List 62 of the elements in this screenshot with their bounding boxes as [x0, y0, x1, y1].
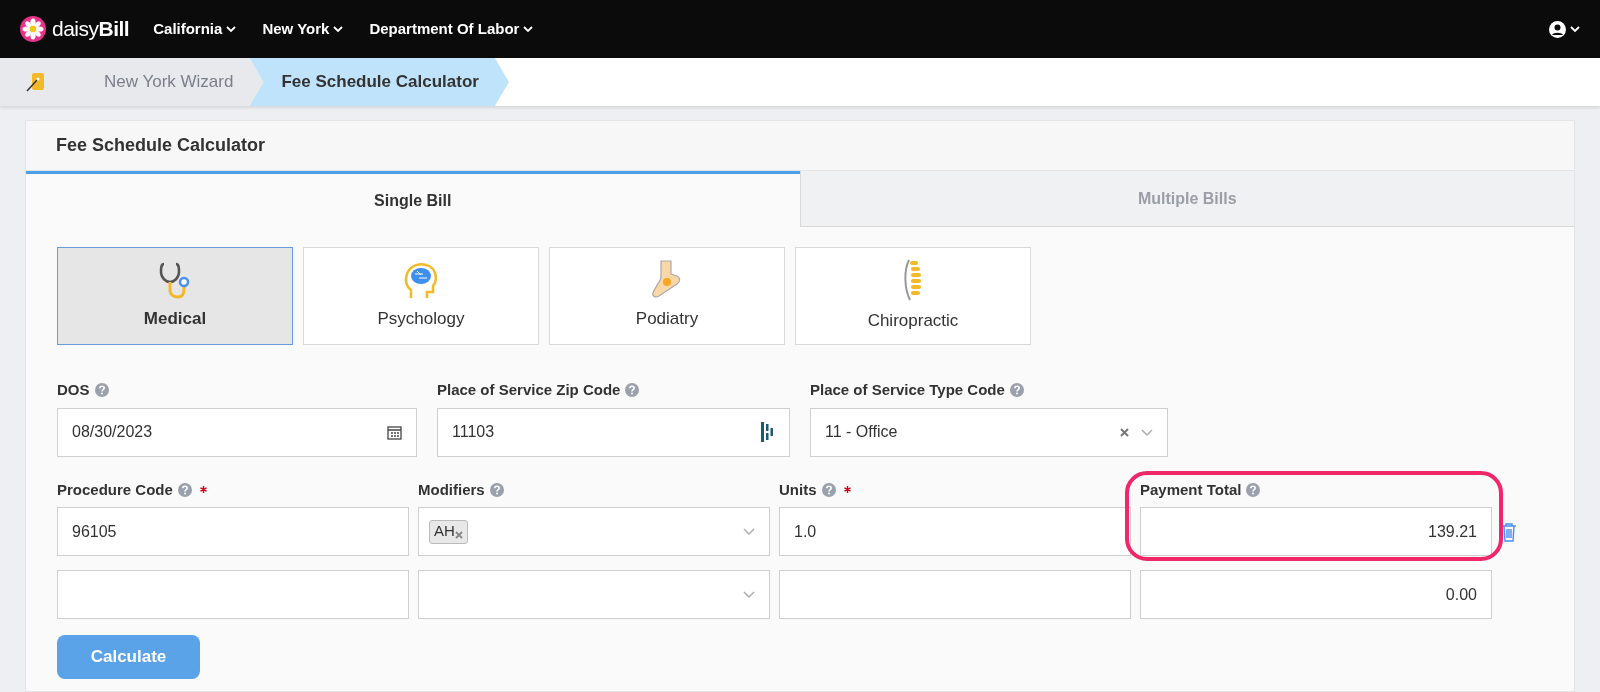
input-field[interactable]: 96105 [57, 507, 409, 556]
logo-text[interactable]: daisyBill [52, 13, 130, 45]
chevron-down-icon[interactable] [743, 528, 755, 535]
field-label: Units [779, 479, 817, 500]
help-icon [1009, 383, 1024, 398]
field-value: 08/30/2023 [72, 422, 153, 442]
field-value: 11 - Office [825, 422, 898, 442]
chevron-down-icon [523, 25, 534, 33]
nav-menu[interactable]: New York [262, 17, 344, 41]
select-field[interactable] [418, 570, 770, 619]
user-menu[interactable] [1549, 20, 1580, 38]
input-field[interactable] [57, 570, 409, 619]
field-value: 96105 [72, 521, 117, 542]
help-icon [821, 482, 836, 497]
category-button[interactable]: Psychology [303, 247, 539, 345]
chevron-down-icon [333, 25, 344, 33]
lookup-icon [761, 422, 775, 442]
input-field[interactable]: 11103 [437, 407, 790, 457]
field-label: DOS [57, 380, 90, 400]
spine-icon [902, 258, 924, 303]
brain-head-icon [403, 260, 439, 301]
chevron-down-icon [1570, 25, 1580, 33]
field-value: 1.0 [794, 521, 817, 542]
wizard-home-crumb[interactable] [0, 58, 72, 106]
input-field[interactable] [779, 570, 1131, 619]
chevron-down-icon[interactable] [1141, 428, 1153, 436]
field-value: 139.21 [1428, 521, 1477, 542]
category-button[interactable]: Medical [57, 247, 293, 345]
clear-icon[interactable] [1120, 427, 1129, 437]
field-label: Payment Total [1140, 479, 1242, 500]
field-label: Modifiers [418, 479, 485, 500]
calendar-icon [387, 424, 402, 440]
select-field[interactable]: AH [418, 507, 770, 556]
field-label: Place of Service Zip Code [437, 380, 621, 400]
input-field[interactable]: 1.0 [779, 507, 1131, 556]
help-icon [177, 482, 192, 497]
input-field[interactable]: 139.21 [1140, 507, 1492, 556]
user-icon [1549, 20, 1566, 38]
breadcrumb-item[interactable]: Fee Schedule Calculator [249, 58, 509, 106]
stethoscope-icon [158, 260, 192, 301]
help-icon [94, 383, 109, 398]
field-value: 0.00 [1445, 584, 1477, 605]
date-field[interactable]: 08/30/2023 [57, 407, 417, 457]
daisy-logo-icon [20, 16, 46, 42]
help-icon [625, 383, 640, 398]
input-field[interactable]: 0.00 [1140, 570, 1492, 619]
chevron-down-icon [226, 25, 237, 33]
category-button[interactable]: Podiatry [549, 247, 785, 345]
help-icon [489, 482, 504, 497]
nav-menu[interactable]: California [153, 17, 237, 41]
field-label: Place of Service Type Code [810, 380, 1005, 400]
chevron-down-icon[interactable] [743, 591, 755, 598]
category-button[interactable]: Chiropractic [795, 247, 1031, 345]
select-field[interactable]: 11 - Office [810, 407, 1168, 457]
card-title: Fee Schedule Calculator [56, 134, 266, 157]
remove-icon[interactable] [454, 530, 463, 539]
modifier-tag[interactable]: AH [429, 519, 468, 544]
field-label: Procedure Code [57, 479, 173, 500]
nav-menu[interactable]: Department Of Labor [369, 17, 534, 41]
trash-icon[interactable] [1501, 521, 1517, 542]
field-value: 11103 [452, 422, 495, 442]
help-icon [1246, 482, 1261, 497]
